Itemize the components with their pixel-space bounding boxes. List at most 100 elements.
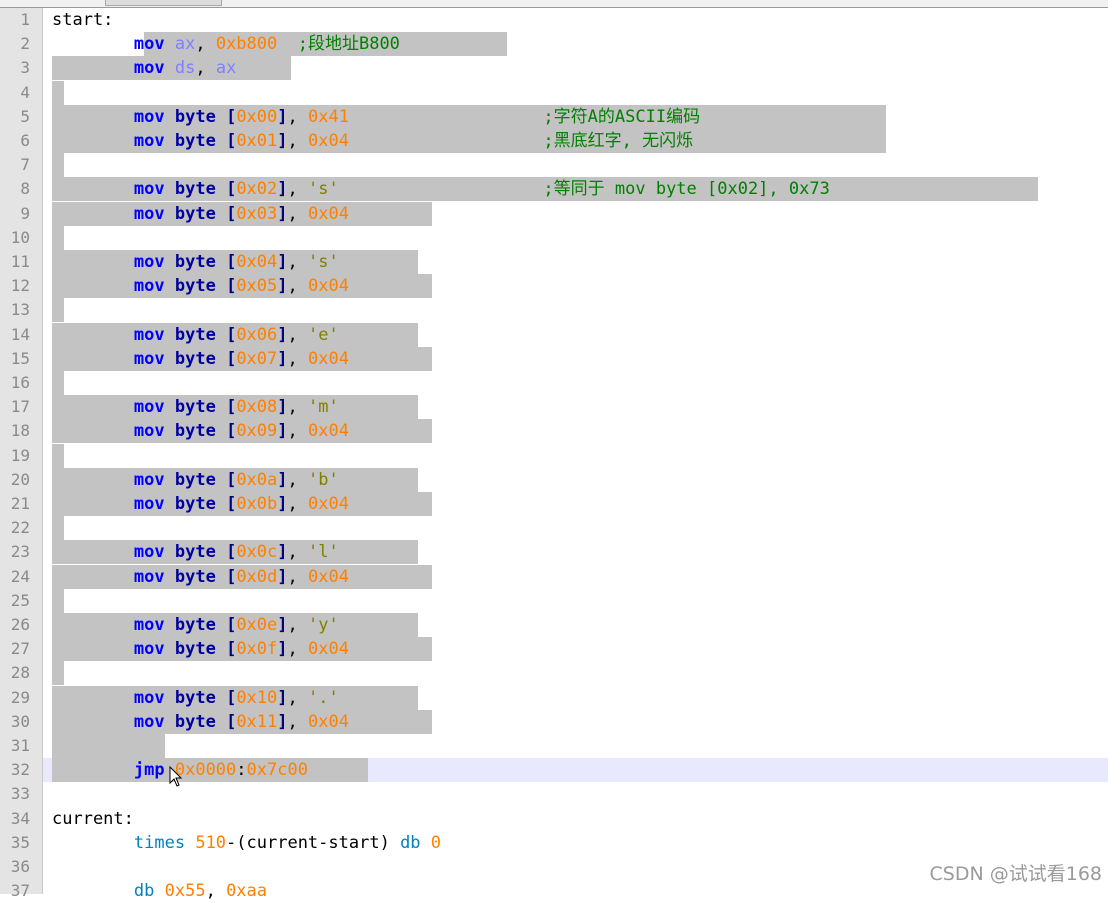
selection-highlight bbox=[52, 516, 64, 541]
code-line[interactable]: 26 mov byte [0x0e], 'y' bbox=[11, 613, 1108, 637]
code-token: ax bbox=[174, 34, 196, 55]
code-text: db 0x55, 0xaa bbox=[52, 879, 267, 903]
active-file-tab[interactable] bbox=[105, 0, 222, 6]
code-token: mov bbox=[133, 252, 165, 272]
code-line[interactable]: 10 bbox=[11, 225, 1108, 250]
code-line[interactable]: 35 times 510-(current-start) db 0 bbox=[11, 831, 1108, 855]
code-line[interactable]: 21 mov byte [0x0b], 0x04 bbox=[11, 492, 1108, 516]
code-token: mov bbox=[133, 34, 165, 55]
code-token: [ bbox=[226, 203, 237, 224]
code-token: mov bbox=[133, 687, 165, 708]
code-token: byte bbox=[174, 469, 216, 490]
code-line[interactable]: 16 bbox=[11, 371, 1108, 395]
code-line[interactable]: 14 mov byte [0x06], 'e' bbox=[11, 322, 1108, 347]
code-token: current: bbox=[52, 808, 134, 829]
code-token: , bbox=[287, 131, 308, 151]
code-line[interactable]: 31 bbox=[11, 734, 1108, 758]
code-line[interactable]: 8 mov byte [0x02], 's' ;等同于 mov byte [0x… bbox=[20, 177, 1108, 202]
code-token: 'l' bbox=[308, 542, 339, 563]
code-line[interactable]: 20 mov byte [0x0a], 'b' bbox=[11, 467, 1108, 492]
code-token: 'b' bbox=[308, 469, 339, 490]
code-token: 0x07 bbox=[236, 348, 278, 369]
code-token: 0x04 bbox=[308, 421, 349, 442]
code-line[interactable]: 25 bbox=[11, 588, 1108, 613]
code-line[interactable]: 29 mov byte [0x10], '.' bbox=[11, 685, 1108, 710]
code-line[interactable]: 32 jmp 0x0000:0x7c00 bbox=[11, 758, 1108, 783]
code-line[interactable]: 12 mov byte [0x05], 0x04 bbox=[11, 274, 1108, 299]
code-line[interactable]: 13 bbox=[11, 298, 1108, 323]
code-token: mov bbox=[133, 179, 165, 200]
code-line[interactable]: 22 bbox=[11, 516, 1108, 541]
code-line[interactable]: 6 mov byte [0x01], 0x04 ;黑底红字, 无闪烁 bbox=[20, 129, 1108, 153]
line-number: 14 bbox=[10, 324, 30, 344]
code-token: 'e' bbox=[308, 324, 339, 345]
code-line[interactable]: 23 mov byte [0x0c], 'l' bbox=[11, 540, 1108, 565]
line-number: 9 bbox=[20, 203, 30, 223]
code-line[interactable]: 33 bbox=[11, 782, 1108, 806]
code-token: , bbox=[287, 276, 308, 297]
code-line[interactable]: 11 mov byte [0x04], 's' bbox=[11, 250, 1108, 274]
code-line[interactable]: 30 mov byte [0x11], 0x04 bbox=[11, 709, 1108, 734]
line-number: 18 bbox=[10, 421, 30, 441]
code-line[interactable]: 18 mov byte [0x09], 0x04 bbox=[11, 419, 1108, 444]
code-token: [ bbox=[226, 542, 237, 563]
code-line[interactable]: 24 mov byte [0x0d], 0x04 bbox=[11, 564, 1108, 589]
code-line[interactable]: 7 bbox=[20, 153, 1108, 178]
code-text: current: bbox=[52, 807, 134, 831]
code-token: mov bbox=[133, 131, 165, 151]
line-number: 30 bbox=[10, 711, 30, 731]
code-text: mov byte [0x05], 0x04 bbox=[52, 274, 349, 298]
code-line[interactable]: 27 mov byte [0x0f], 0x04 bbox=[11, 637, 1108, 662]
code-token: , bbox=[287, 615, 308, 635]
code-line[interactable]: 34 current: bbox=[11, 807, 1108, 831]
line-number: 16 bbox=[10, 373, 30, 392]
code-token: 0xb800 bbox=[215, 34, 278, 55]
code-token: 0x0d bbox=[236, 566, 278, 587]
code-token: byte bbox=[174, 639, 216, 660]
code-token: 0x01 bbox=[236, 131, 278, 151]
code-token: db bbox=[400, 832, 421, 853]
code-token: mov bbox=[133, 106, 165, 127]
code-text: mov byte [0x06], 'e' bbox=[52, 323, 339, 347]
code-editor[interactable]: 1 start: 2 mov ax, 0xb800 ;段地址B800 3 mov ds… bbox=[11, 8, 1108, 901]
code-token: mov bbox=[133, 639, 165, 660]
code-line[interactable]: 19 bbox=[11, 443, 1108, 468]
code-token: 0 bbox=[430, 832, 442, 853]
code-line[interactable]: 15 mov byte [0x07], 0x04 bbox=[11, 346, 1108, 371]
code-line[interactable]: 4 bbox=[20, 80, 1108, 105]
code-text: mov byte [0x08], 'm' bbox=[52, 395, 339, 419]
code-token: mov bbox=[133, 276, 165, 297]
code-token: mov bbox=[133, 469, 165, 490]
code-token: 0x04 bbox=[308, 131, 349, 151]
code-token: 0x04 bbox=[308, 494, 349, 514]
code-line[interactable]: 2 mov ax, 0xb800 ;段地址B800 bbox=[20, 32, 1108, 57]
code-token: 0x0b bbox=[236, 494, 278, 514]
code-token: ds bbox=[174, 58, 196, 79]
code-token: 0x04 bbox=[308, 203, 349, 224]
line-number: 10 bbox=[10, 227, 30, 247]
code-token: ] bbox=[277, 324, 288, 345]
code-line[interactable]: 28 bbox=[11, 661, 1108, 686]
code-token: byte bbox=[174, 276, 216, 297]
code-token: byte bbox=[174, 348, 216, 369]
code-token: 0x04 bbox=[308, 639, 349, 660]
code-text: mov ds, ax bbox=[52, 56, 236, 80]
code-token: 0x00 bbox=[236, 106, 278, 127]
code-token: , bbox=[287, 687, 308, 708]
code-line[interactable]: 5 mov byte [0x00], 0x41 ;字符A的ASCII编码 bbox=[20, 104, 1108, 129]
code-line[interactable]: 9 mov byte [0x03], 0x04 bbox=[20, 201, 1108, 226]
code-token: ] bbox=[277, 421, 288, 442]
code-line[interactable]: 3 mov ds, ax bbox=[20, 56, 1108, 81]
code-token: mov bbox=[133, 348, 165, 369]
code-line[interactable]: 17 mov byte [0x08], 'm' bbox=[11, 395, 1108, 420]
code-token: mov bbox=[133, 711, 165, 732]
code-line[interactable]: 1 start: bbox=[20, 8, 1108, 32]
code-text: times 510-(current-start) db 0 bbox=[52, 831, 441, 855]
